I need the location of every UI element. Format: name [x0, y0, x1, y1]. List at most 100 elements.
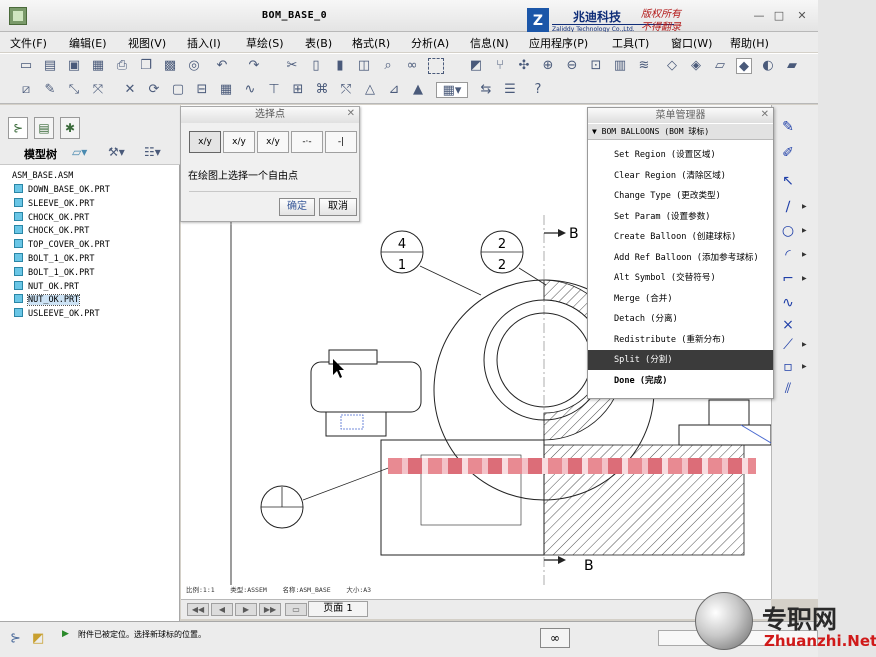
page-tab[interactable]: 页面 1	[308, 601, 368, 617]
menu-info[interactable]: 信息(N)	[470, 35, 509, 51]
tree-item[interactable]: TOP_COVER_OK.PRT	[14, 238, 110, 252]
spin-icon[interactable]: ✣	[516, 58, 532, 74]
view-manager-icon[interactable]: ◐	[760, 58, 776, 74]
dialog-close-icon[interactable]: ✕	[347, 108, 355, 119]
menu-view[interactable]: 视图(V)	[128, 35, 166, 51]
repaint-icon[interactable]: ▥	[612, 58, 628, 74]
free-point-tool[interactable]: x/y	[189, 131, 221, 153]
copy-icon[interactable]: ❐	[138, 58, 154, 74]
menu-manager-item[interactable]: Set Param (设置参数)	[588, 207, 773, 227]
context-help-icon[interactable]: ?	[530, 82, 546, 98]
refresh-icon[interactable]: ⟳	[146, 82, 162, 98]
menu-window[interactable]: 窗口(W)	[671, 35, 712, 51]
vertex-tool[interactable]: x/y	[257, 131, 289, 153]
menu-manager-close-icon[interactable]: ✕	[761, 109, 769, 120]
offset-tool-icon[interactable]: ⟋	[780, 337, 796, 353]
printer-icon[interactable]: ⎙	[114, 58, 130, 74]
zoom-out-icon[interactable]: ⊖	[564, 58, 580, 74]
menu-manager-item[interactable]: Change Type (更改类型)	[588, 186, 773, 206]
gtol-icon[interactable]: ⊞	[290, 82, 306, 98]
weld-icon[interactable]: ⤲	[338, 82, 354, 98]
undo-icon[interactable]: ↶	[214, 58, 230, 74]
arc-tool-icon[interactable]: ◜	[780, 247, 796, 263]
menu-applications[interactable]: 应用程序(P)	[529, 35, 588, 51]
tree-toggle-icon[interactable]: ⊱	[10, 631, 21, 646]
tree-item[interactable]: BOLT_1_OK.PRT	[14, 252, 95, 266]
maximize-button[interactable]: □	[772, 9, 786, 23]
menu-manager-item[interactable]: Split (分割)	[588, 350, 773, 370]
cancel-button[interactable]: 取消	[319, 198, 357, 216]
paste-icon[interactable]: ▯	[308, 58, 324, 74]
axis-icon[interactable]: ⤧	[90, 82, 106, 98]
copy-format-icon[interactable]: ◫	[356, 58, 372, 74]
regen-icon[interactable]: ◎	[186, 58, 202, 74]
menu-table[interactable]: 表(B)	[305, 35, 332, 51]
tree-item[interactable]: CHOCK_OK.PRT	[14, 224, 89, 238]
select-arrow-icon[interactable]: ↖	[780, 173, 796, 189]
tree-item[interactable]: DOWN_BASE_OK.PRT	[14, 183, 110, 197]
saved-views-icon[interactable]: ▰	[784, 58, 800, 74]
find-button[interactable]: ∞	[540, 628, 570, 648]
tree-root[interactable]: ASM_BASE.ASM	[12, 169, 73, 183]
grid-table-icon[interactable]: ▦	[218, 82, 234, 98]
menu-manager-item[interactable]: Create Balloon (创建球标)	[588, 227, 773, 247]
menu-manager-item[interactable]: Add Ref Balloon (添加参考球标)	[588, 248, 773, 268]
menu-sketch[interactable]: 草绘(S)	[246, 35, 284, 51]
hatch-icon[interactable]: ▲	[410, 82, 426, 98]
menu-manager-item[interactable]: Detach (分离)	[588, 309, 773, 329]
wireframe-icon[interactable]: ◇	[664, 58, 680, 74]
delete-icon[interactable]: ✕	[122, 82, 138, 98]
surface-finish-icon[interactable]: ⌘	[314, 82, 330, 98]
zoom-in-icon[interactable]: ⊕	[540, 58, 556, 74]
menu-edit[interactable]: 编辑(E)	[69, 35, 107, 51]
sketch-line-icon[interactable]: ⧄	[18, 82, 34, 98]
menu-manager-item[interactable]: Merge (合并)	[588, 289, 773, 309]
line-style-icon[interactable]: ⊿	[386, 82, 402, 98]
last-page-button[interactable]: ▶▶	[259, 603, 281, 616]
menu-file[interactable]: 文件(F)	[10, 35, 47, 51]
ok-button[interactable]: 确定	[279, 198, 315, 216]
folder-browser-tab-icon[interactable]: ▤	[34, 117, 54, 139]
line-tool-icon[interactable]: ∕	[780, 199, 796, 215]
abs-coord-tool[interactable]: x/y	[223, 131, 255, 153]
spline-tool-icon[interactable]: ∿	[780, 295, 796, 311]
menu-manager-item[interactable]: Done (完成)	[588, 371, 773, 391]
fillet-tool-icon[interactable]: ⌐	[780, 271, 796, 287]
menu-manager-item[interactable]: Clear Region (清除区域)	[588, 166, 773, 186]
menu-tools[interactable]: 工具(T)	[612, 35, 649, 51]
tree-item[interactable]: CHOCK_OK.PRT	[14, 211, 89, 225]
redo-icon[interactable]: ↷	[246, 58, 262, 74]
branch-icon[interactable]: ⑂	[492, 58, 508, 74]
tree-item[interactable]: BOLT_1_OK.PRT	[14, 266, 95, 280]
favorites-tab-icon[interactable]: ✱	[60, 117, 80, 139]
balloon-icon[interactable]: △	[362, 82, 378, 98]
save-icon[interactable]: ▣	[66, 58, 82, 74]
add-page-icon[interactable]: ▭	[285, 603, 307, 616]
paste-special-icon[interactable]: ▮	[332, 58, 348, 74]
new-icon[interactable]: ▭	[18, 58, 34, 74]
binoculars-icon[interactable]: ∞	[404, 58, 420, 74]
table-icon[interactable]: ⊟	[194, 82, 210, 98]
menu-manager-item[interactable]: Alt Symbol (交替符号)	[588, 268, 773, 288]
print-icon[interactable]: ▦	[90, 58, 106, 74]
menu-analysis[interactable]: 分析(A)	[411, 35, 449, 51]
hidden-line-icon[interactable]: ◈	[688, 58, 704, 74]
point-tool-icon[interactable]: ×	[780, 317, 796, 333]
dimension-icon[interactable]: ⤡	[66, 82, 82, 98]
menu-manager-header[interactable]: ▼ BOM BALLOONS (BOM 球标)	[588, 124, 773, 140]
menu-format[interactable]: 格式(R)	[352, 35, 390, 51]
edit-icon[interactable]: ◩	[468, 58, 484, 74]
minimize-button[interactable]: —	[752, 9, 766, 23]
tree-columns-icon[interactable]: ☷▾	[144, 145, 161, 159]
menu-manager-item[interactable]: Set Region (设置区域)	[588, 145, 773, 165]
on-vertex-tool[interactable]: -|	[325, 131, 357, 153]
view-box-icon[interactable]: ▢	[170, 82, 186, 98]
trim-tool-icon[interactable]: ⫽	[780, 381, 796, 397]
menu-insert[interactable]: 插入(I)	[187, 35, 221, 51]
shading-icon[interactable]: ◆	[736, 58, 752, 74]
refit-icon[interactable]: ⊡	[588, 58, 604, 74]
cut-icon[interactable]: ✂	[284, 58, 300, 74]
tree-item[interactable]: NUT_OK.PRT	[14, 280, 79, 294]
tree-settings-icon[interactable]: ⚒▾	[108, 145, 125, 159]
repeat-region-dropdown[interactable]: ▦▾	[436, 82, 468, 98]
